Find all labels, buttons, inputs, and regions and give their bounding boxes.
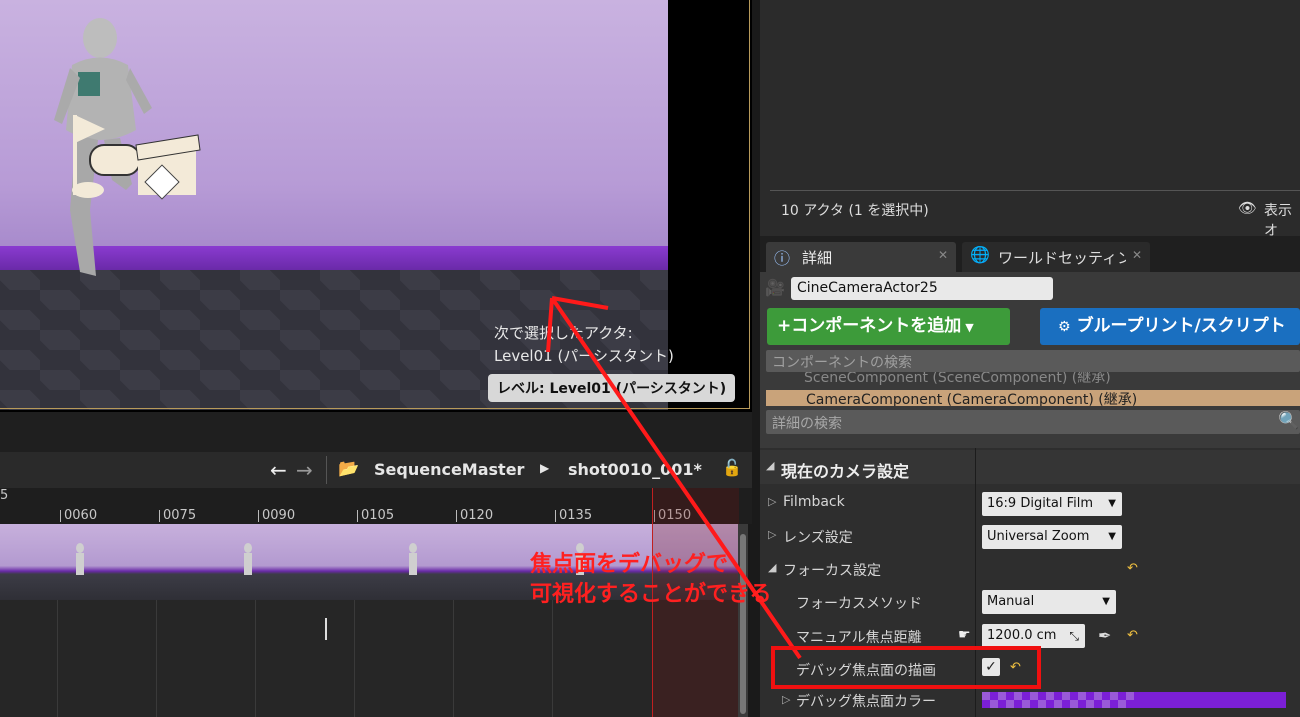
annotation-text: 焦点面をデバッグで 可視化することができる — [530, 550, 772, 610]
highlight-box — [771, 646, 1041, 689]
annotation-line1: 焦点面をデバッグで — [530, 552, 729, 577]
annotation-line2: 可視化することができる — [530, 582, 772, 607]
